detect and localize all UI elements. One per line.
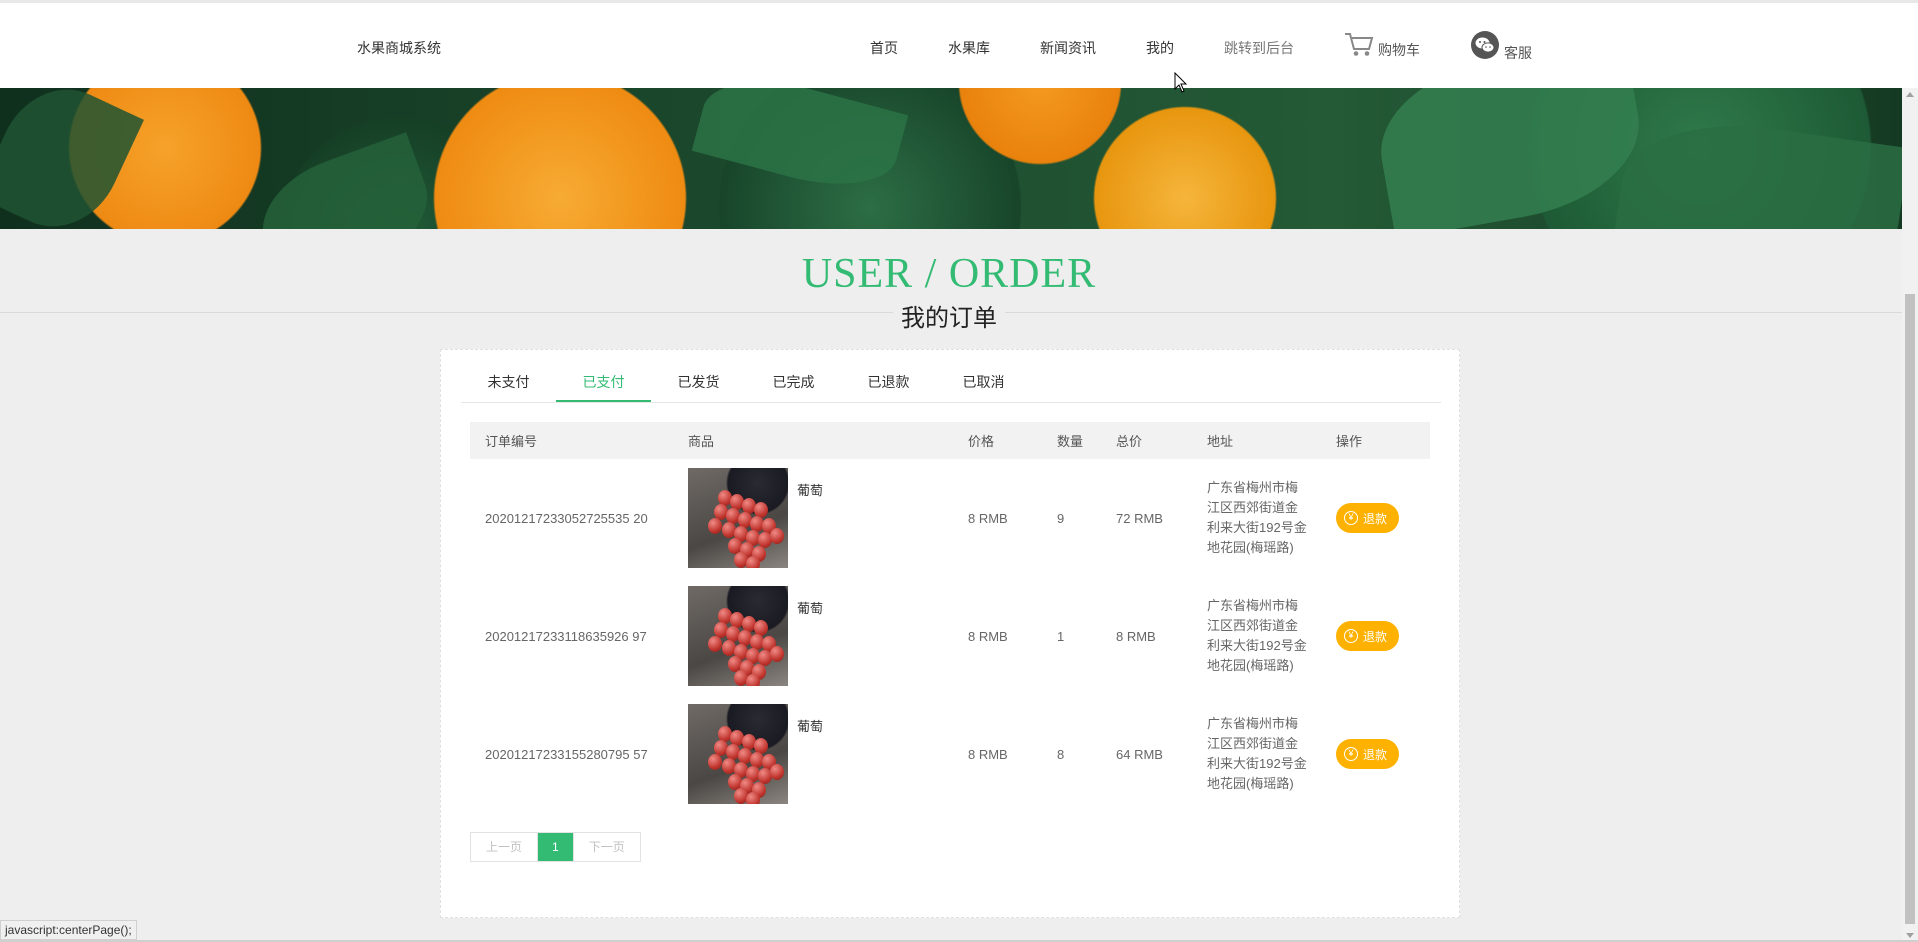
col-product: 商品	[688, 434, 715, 449]
top-header: 水果商城系统 首页 水果库 新闻资讯 我的 跳转到后台 购物车 客服	[0, 0, 1918, 88]
action-cell: ¥ 退款	[1321, 577, 1430, 695]
product-thumbnail[interactable]	[688, 468, 788, 568]
refund-label: 退款	[1363, 629, 1388, 644]
grape-decoration	[770, 646, 784, 662]
address-cell: 广东省梅州市梅江区西郊街道金利来大街192号金地花园(梅瑶路)	[1192, 695, 1321, 813]
col-price: 价格	[968, 434, 995, 449]
cart-icon	[1344, 31, 1374, 60]
price: 8 RMB	[968, 746, 1008, 762]
page-title-cn-text: 我的订单	[893, 305, 1005, 332]
product: 葡萄	[688, 468, 953, 568]
action-cell: ¥ 退款	[1321, 459, 1430, 577]
nav-home[interactable]: 首页	[870, 38, 898, 58]
browser-status-bar: javascript:centerPage();	[0, 920, 137, 940]
scroll-up-arrow-icon[interactable]	[1906, 92, 1914, 97]
fruit-banner-image	[0, 88, 1902, 229]
price: 8 RMB	[968, 628, 1008, 644]
tab-cancelled[interactable]: 已取消	[936, 362, 1031, 402]
grape-decoration	[708, 754, 722, 770]
product-name: 葡萄	[797, 601, 824, 616]
product: 葡萄	[688, 704, 953, 804]
tab-paid[interactable]: 已支付	[556, 362, 651, 402]
pagination: 上一页 1 下一页	[470, 832, 641, 862]
grape-decoration	[746, 674, 760, 686]
col-order-no: 订单编号	[485, 434, 538, 449]
order-no: 20201217233155280795 57	[485, 746, 648, 762]
product-name: 葡萄	[797, 483, 824, 498]
order-no: 20201217233118635926 97	[485, 628, 647, 644]
refund-label: 退款	[1363, 511, 1388, 526]
col-total: 总价	[1116, 434, 1143, 449]
product-cell: 葡萄	[673, 459, 953, 577]
product: 葡萄	[688, 586, 953, 686]
wechat-icon	[1470, 30, 1500, 63]
col-qty: 数量	[1057, 434, 1084, 449]
product-name: 葡萄	[797, 719, 824, 734]
nav-news[interactable]: 新闻资讯	[1040, 38, 1096, 58]
nav-customer-service[interactable]: 客服	[1470, 30, 1532, 63]
product-cell: 葡萄	[673, 695, 953, 813]
address: 广东省梅州市梅江区西郊街道金利来大街192号金地花园(梅瑶路)	[1207, 716, 1307, 791]
order-status-tabs: 未支付 已支付 已发货 已完成 已退款 已取消	[461, 362, 1441, 403]
page-number-current[interactable]: 1	[538, 833, 573, 861]
refund-button[interactable]: ¥ 退款	[1336, 503, 1400, 533]
refund-button[interactable]: ¥ 退款	[1336, 621, 1400, 651]
grape-decoration	[708, 636, 722, 652]
page-title-en: USER / ORDER	[801, 251, 1097, 297]
refund-label: 退款	[1363, 747, 1388, 762]
grape-decoration	[746, 792, 760, 804]
total: 8 RMB	[1116, 628, 1156, 644]
product-thumbnail[interactable]	[688, 586, 788, 686]
cart-label: 购物车	[1378, 42, 1420, 58]
scrollbar-thumb[interactable]	[1905, 294, 1915, 924]
order-no: 20201217233052725535 20	[485, 510, 648, 526]
next-page-button[interactable]: 下一页	[572, 833, 640, 861]
price: 8 RMB	[968, 510, 1008, 526]
quantity: 9	[1057, 510, 1065, 526]
nav-cart[interactable]: 购物车	[1344, 31, 1420, 60]
tab-shipped[interactable]: 已发货	[651, 362, 746, 402]
order-table: 订单编号 商品 价格 数量 总价 地址 操作 20201217233052725…	[470, 422, 1430, 813]
address-cell: 广东省梅州市梅江区西郊街道金利来大街192号金地花园(梅瑶路)	[1192, 459, 1321, 577]
product-cell: 葡萄	[673, 577, 953, 695]
address-cell: 广东省梅州市梅江区西郊街道金利来大街192号金地花园(梅瑶路)	[1192, 577, 1321, 695]
address: 广东省梅州市梅江区西郊街道金利来大街192号金地花园(梅瑶路)	[1207, 598, 1307, 673]
col-address: 地址	[1207, 434, 1234, 449]
product-thumbnail[interactable]	[688, 704, 788, 804]
site-brand[interactable]: 水果商城系统	[357, 38, 441, 58]
quantity: 8	[1057, 746, 1065, 762]
table-row: 20201217233052725535 20 葡萄 8 RMB 9 72 RM…	[470, 459, 1430, 577]
nav-fruit-library[interactable]: 水果库	[948, 38, 990, 58]
action-cell: ¥ 退款	[1321, 695, 1430, 813]
table-header-row: 订单编号 商品 价格 数量 总价 地址 操作	[470, 422, 1430, 459]
yen-icon: ¥	[1344, 511, 1358, 525]
yen-icon: ¥	[1344, 629, 1358, 643]
total: 72 RMB	[1116, 510, 1163, 526]
table-row: 20201217233118635926 97 葡萄 8 RMB 1 8 RMB…	[470, 577, 1430, 695]
yen-icon: ¥	[1344, 747, 1358, 761]
col-action: 操作	[1336, 434, 1363, 449]
grape-decoration	[770, 528, 784, 544]
tab-unpaid[interactable]: 未支付	[461, 362, 556, 402]
refund-button[interactable]: ¥ 退款	[1336, 739, 1400, 769]
nav-mine[interactable]: 我的	[1146, 38, 1174, 58]
page-title-cn: 我的订单	[0, 298, 1898, 333]
nav-admin[interactable]: 跳转到后台	[1224, 38, 1294, 58]
grape-decoration	[708, 518, 722, 534]
vertical-scrollbar[interactable]	[1902, 88, 1918, 942]
order-panel: 未支付 已支付 已发货 已完成 已退款 已取消 订单编号 商品 价格 数量 总价…	[440, 349, 1460, 918]
grape-decoration	[770, 764, 784, 780]
table-row: 20201217233155280795 57 葡萄 8 RMB 8 64 RM…	[470, 695, 1430, 813]
quantity: 1	[1057, 628, 1065, 644]
tab-refunded[interactable]: 已退款	[841, 362, 936, 402]
tab-completed[interactable]: 已完成	[746, 362, 841, 402]
mouse-cursor-icon	[1174, 71, 1188, 99]
scroll-down-arrow-icon[interactable]	[1906, 933, 1914, 938]
total: 64 RMB	[1116, 746, 1163, 762]
prev-page-button[interactable]: 上一页	[471, 833, 539, 861]
address: 广东省梅州市梅江区西郊街道金利来大街192号金地花园(梅瑶路)	[1207, 480, 1307, 555]
grape-decoration	[746, 556, 760, 568]
service-label: 客服	[1504, 45, 1532, 61]
